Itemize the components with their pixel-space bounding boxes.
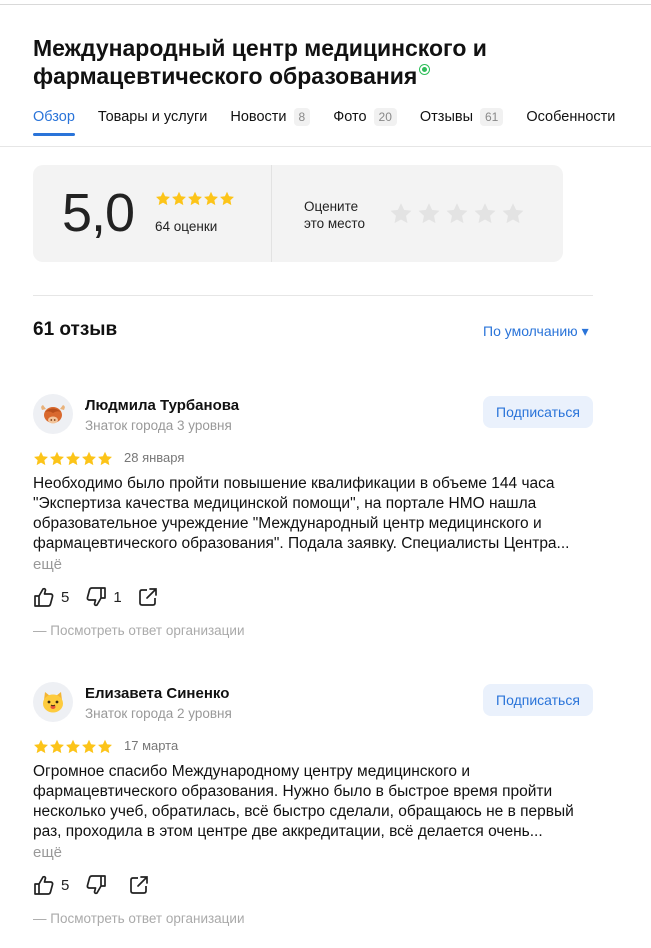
tab-label: Особенности xyxy=(526,109,616,125)
review-text-line: Огромное спасибо Международному центру м… xyxy=(33,763,471,780)
share-button[interactable] xyxy=(138,587,164,607)
tab-label: Обзор xyxy=(33,109,75,125)
rate-stars-input[interactable] xyxy=(389,202,525,226)
section-divider xyxy=(33,295,593,296)
rate-prompt-line: это место xyxy=(304,216,365,231)
review-text-line: образовательное учреждение "Международны… xyxy=(33,515,542,532)
verified-icon xyxy=(420,65,430,74)
top-divider xyxy=(0,4,651,5)
review-author[interactable]: Елизавета Синенко xyxy=(85,685,229,702)
thumbs-up-icon xyxy=(34,587,54,607)
like-count: 5 xyxy=(61,588,70,606)
review-text-line: фармацевтического образования". Подала з… xyxy=(33,535,570,552)
star-icon xyxy=(188,191,202,206)
review-actions: 5 1 xyxy=(33,586,180,608)
tab-count-badge: 8 xyxy=(293,108,311,126)
tab-overview[interactable]: Обзор xyxy=(33,106,75,136)
rating-value: 5,0 xyxy=(62,183,135,243)
thumbs-up-icon xyxy=(34,875,54,895)
review-text-line: "Экспертиза качества медицинской помощи"… xyxy=(33,495,537,512)
reviews-count: 61 отзыв xyxy=(33,319,118,340)
tab-label: Товары и услуги xyxy=(97,109,208,125)
thumbs-down-icon xyxy=(86,875,107,895)
rate-prompt-line: Оцените xyxy=(304,199,359,214)
review-text-line: несколько учеб, обратилась, всё быстро с… xyxy=(33,803,574,820)
star-icon xyxy=(172,191,186,206)
tab-news[interactable]: Новости 8 xyxy=(230,106,311,128)
rating-divider xyxy=(271,165,272,262)
org-title-text: Международный центр медицинского и фарма… xyxy=(33,35,487,89)
star-icon xyxy=(98,739,112,754)
review-text-line: раз, проходила в этом центре две аккреди… xyxy=(33,823,543,840)
rating-summary: 5,0 64 оценки Оцените это место xyxy=(33,165,563,262)
review-text: Необходимо было пройти повышение квалифи… xyxy=(33,474,593,554)
review-stars xyxy=(33,451,113,469)
tab-photo[interactable]: Фото 20 xyxy=(333,106,397,128)
tab-count-badge: 20 xyxy=(373,108,397,126)
tabs-divider xyxy=(0,146,651,147)
star-icon[interactable] xyxy=(473,202,497,226)
rating-count: 64 оценки xyxy=(155,219,218,234)
star-icon xyxy=(50,739,64,754)
subscribe-button[interactable]: Подписаться xyxy=(483,684,593,716)
sort-dropdown[interactable]: По умолчанию ▾ xyxy=(483,323,589,340)
view-org-answer-link[interactable]: — Посмотреть ответ организации xyxy=(33,623,245,638)
star-icon xyxy=(98,451,112,466)
view-org-answer-link[interactable]: — Посмотреть ответ организации xyxy=(33,911,245,926)
like-count: 5 xyxy=(61,876,70,894)
star-icon xyxy=(34,451,48,466)
tab-features[interactable]: Особенности xyxy=(526,106,615,128)
rating-stars xyxy=(155,191,235,209)
share-button[interactable] xyxy=(129,875,155,895)
thumbs-down-icon xyxy=(86,587,107,607)
tab-goods-services[interactable]: Товары и услуги xyxy=(98,106,207,128)
star-icon xyxy=(156,191,170,206)
tab-label: Отзывы xyxy=(419,109,473,125)
subscribe-button[interactable]: Подписаться xyxy=(483,396,593,428)
author-level: Знаток города 3 уровня xyxy=(85,418,232,433)
expand-more-link[interactable]: ещё xyxy=(33,844,62,861)
tab-count-badge: 61 xyxy=(480,108,504,126)
author-level: Знаток города 2 уровня xyxy=(85,706,232,721)
star-icon xyxy=(50,451,64,466)
star-icon xyxy=(82,739,96,754)
star-icon[interactable] xyxy=(445,202,469,226)
star-icon xyxy=(66,451,80,466)
share-icon xyxy=(130,876,149,894)
cat-face-icon xyxy=(43,692,63,713)
dislike-button[interactable]: 1 xyxy=(85,587,122,607)
review-actions: 5 xyxy=(33,874,171,896)
review-text-line: фармацевтического образования. Нужно был… xyxy=(33,783,553,800)
dislike-count: 1 xyxy=(113,588,122,606)
review-author[interactable]: Людмила Турбанова xyxy=(85,397,239,414)
tab-label: Фото xyxy=(333,109,367,125)
avatar[interactable] xyxy=(33,394,73,434)
star-icon[interactable] xyxy=(389,202,413,226)
like-button[interactable]: 5 xyxy=(33,587,69,607)
tab-bar: Обзор Товары и услуги Новости 8 Фото 20 От… xyxy=(33,106,638,140)
review-date: 28 января xyxy=(124,450,185,465)
expand-more-link[interactable]: ещё xyxy=(33,556,62,573)
avatar[interactable] xyxy=(33,682,73,722)
star-icon[interactable] xyxy=(417,202,441,226)
review-text-line: Необходимо было пройти повышение квалифи… xyxy=(33,475,555,492)
review-stars xyxy=(33,739,113,757)
star-icon xyxy=(220,191,234,206)
star-icon xyxy=(204,191,218,206)
review-date: 17 марта xyxy=(124,738,179,753)
highland-cow-icon xyxy=(41,405,65,424)
tab-label: Новости xyxy=(230,109,287,125)
star-icon xyxy=(34,739,48,754)
share-icon xyxy=(138,588,157,606)
star-icon[interactable] xyxy=(501,202,525,226)
page-title: Международный центр медицинского и фарма… xyxy=(33,34,633,90)
like-button[interactable]: 5 xyxy=(33,875,69,895)
tab-reviews[interactable]: Отзывы 61 xyxy=(419,106,504,128)
star-icon xyxy=(66,739,80,754)
star-icon xyxy=(82,451,96,466)
rate-prompt: Оцените это место xyxy=(304,198,384,232)
dislike-button[interactable] xyxy=(85,875,113,895)
review-text: Огромное спасибо Международному центру м… xyxy=(33,762,593,842)
